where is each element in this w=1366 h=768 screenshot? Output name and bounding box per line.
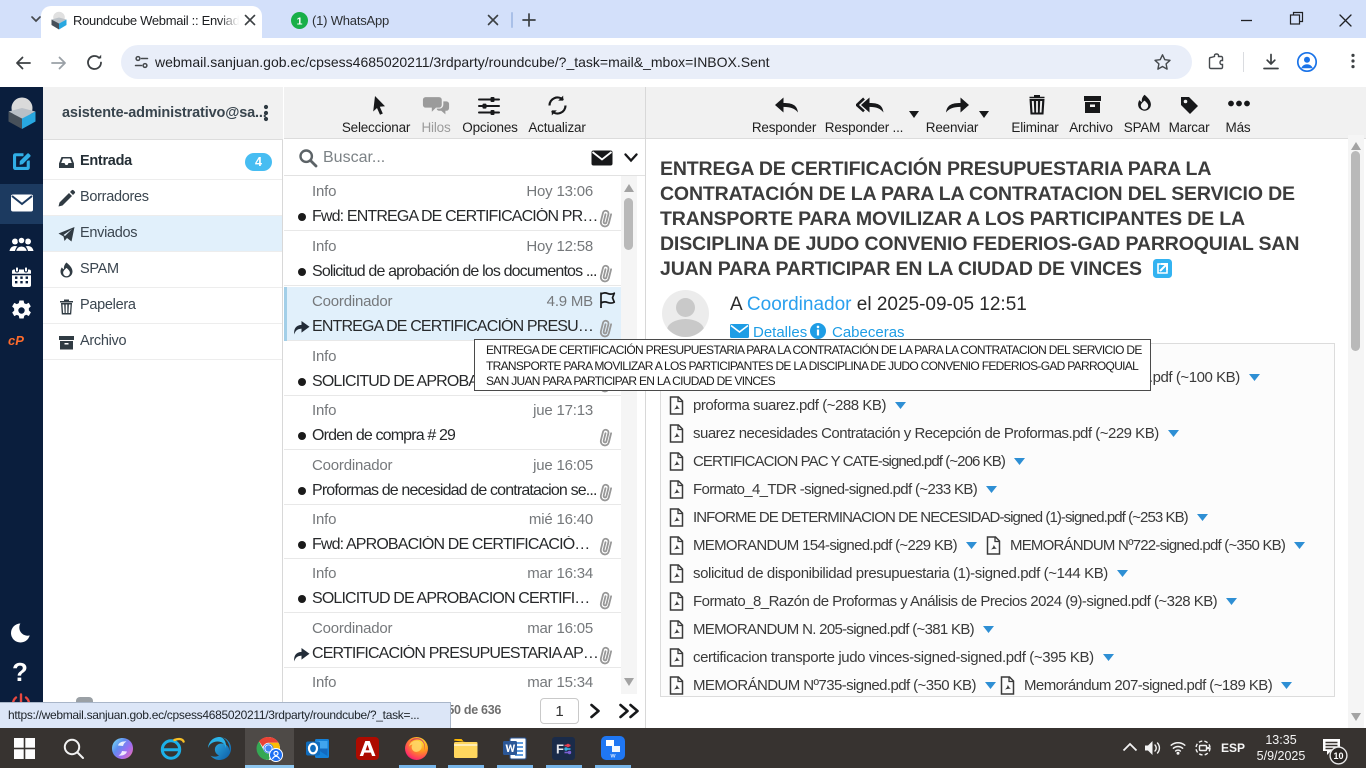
svg-text:F: F	[556, 742, 564, 757]
svg-text:w: w	[609, 753, 616, 760]
svg-text:1: 1	[297, 15, 303, 27]
svg-text:10: 10	[1333, 751, 1343, 761]
